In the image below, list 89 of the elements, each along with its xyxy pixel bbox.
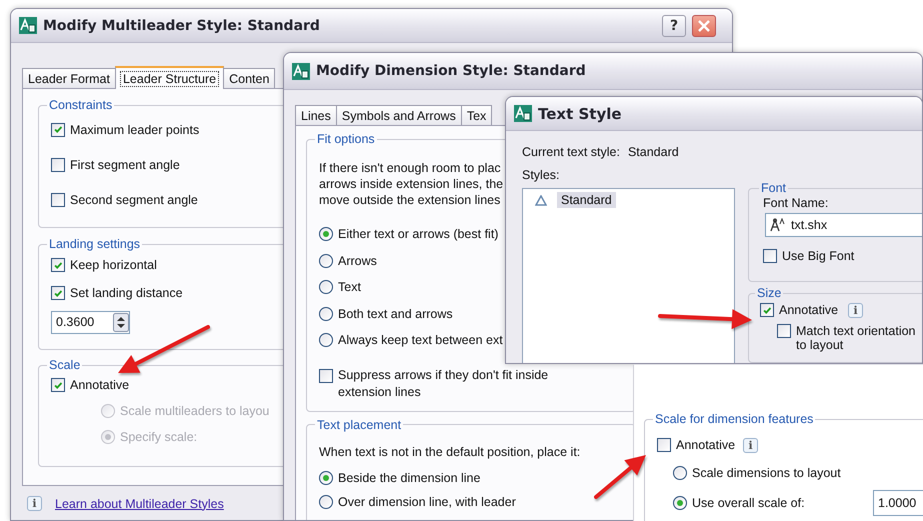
group-title: Text placement (316, 418, 402, 432)
app-icon (19, 17, 37, 34)
info-icon: i (848, 302, 864, 318)
description-text: If there isn't enough room to plac (319, 160, 501, 176)
checkbox[interactable] (763, 249, 777, 263)
radio-label: Arrows (338, 254, 377, 268)
radio-button[interactable] (319, 254, 333, 268)
group-title: Fit options (316, 132, 376, 146)
checkbox-label: Set landing distance (70, 286, 183, 300)
radio-label: Scale dimensions to layout (692, 466, 841, 480)
tab[interactable]: Leader Format (22, 68, 116, 88)
radio-button[interactable] (673, 466, 687, 480)
checkbox[interactable] (51, 378, 65, 392)
description-text: arrows inside extension lines, the (319, 176, 504, 192)
radio-button[interactable] (319, 333, 333, 348)
group-title: Size (756, 286, 782, 300)
description-text: When text is not in the default position, place it: (319, 444, 580, 461)
tab[interactable]: Symbols and Arrows (336, 105, 462, 125)
group-title: Scale for dimension features (654, 412, 814, 426)
checkbox-label: Annotative (70, 378, 130, 392)
tab[interactable]: Leader Structure (114, 66, 224, 89)
checkmark-icon (52, 124, 64, 135)
checkbox[interactable] (319, 368, 333, 382)
radio-button[interactable] (319, 227, 333, 242)
radio-label: Use overall scale of: (692, 496, 805, 510)
checkbox[interactable] (51, 286, 65, 300)
distance-field[interactable]: 0.3600 (51, 310, 130, 334)
triangle-icon (535, 194, 547, 206)
checkbox[interactable] (777, 324, 791, 338)
radio-label: Always keep text between ext (338, 333, 503, 348)
spinner-arrows-icon (113, 312, 129, 332)
close-icon (698, 20, 710, 32)
group-title: Scale (48, 358, 82, 372)
app-icon (514, 105, 532, 122)
radio-label: Over dimension line, with leader (338, 494, 516, 508)
checkmark-icon (762, 304, 772, 316)
radio-label: Text (338, 280, 361, 294)
description-text: move outside the extension lines (319, 192, 500, 208)
radio-button[interactable] (319, 494, 333, 508)
group-title: Landing settings (48, 237, 142, 251)
app-icon (292, 62, 310, 80)
radio-label: Scale multileaders to layou (120, 404, 270, 418)
checkbox[interactable] (51, 258, 65, 272)
radio-label: Both text and arrows (338, 306, 453, 321)
checkbox-label: Use Big Font (782, 249, 854, 263)
font-name-label: Font Name: (763, 196, 830, 210)
checkbox-label: Maximum leader points (70, 122, 200, 136)
close-button[interactable] (692, 14, 716, 36)
checkbox[interactable] (51, 192, 65, 206)
checkbox-label: Second segment angle (70, 192, 198, 206)
checkbox-label: Keep horizontal (70, 258, 157, 272)
tab[interactable]: Tex (460, 105, 492, 125)
checkbox-label: Annotative (676, 438, 736, 452)
group-title: Constraints (48, 98, 114, 112)
radio-button[interactable] (319, 306, 333, 321)
radio-button[interactable] (319, 280, 333, 294)
checkbox-label: First segment angle (70, 158, 180, 172)
font-name-field[interactable]: txt.shx (765, 213, 922, 237)
checkbox-label: Match text orientation to layout (796, 324, 917, 352)
window-title: Text Style (538, 104, 622, 122)
current-style-value: Standard (628, 145, 679, 159)
current-style-label: Current text style: (522, 145, 620, 159)
tab[interactable]: Conten (223, 68, 276, 88)
checkbox-label: Suppress arrows if they don't fit inside extension lines (338, 366, 550, 400)
window-title: Modify Multileader Style: Standard (43, 18, 320, 34)
radio-label: Beside the dimension line (338, 470, 480, 484)
scale-field[interactable]: 1.0000 (873, 490, 923, 516)
radio-label: Specify scale: (120, 430, 198, 444)
tab[interactable]: Lines (295, 105, 337, 125)
info-icon: i (27, 496, 42, 511)
radio-button[interactable] (319, 470, 333, 484)
group-title: Font (760, 181, 788, 195)
checkbox[interactable] (51, 122, 65, 136)
info-icon: i (743, 438, 758, 452)
styles-label: Styles: (522, 168, 561, 182)
checkmark-icon (52, 260, 64, 270)
radio-label: Either text or arrows (best fit) (338, 227, 498, 242)
help-link[interactable]: Learn about Multileader Styles (55, 496, 224, 510)
checkbox[interactable] (657, 438, 671, 452)
style-item[interactable]: Standard (535, 192, 734, 208)
checkbox[interactable] (51, 158, 65, 172)
font-icon (769, 218, 785, 232)
window-title: Modify Dimension Style: Standard (316, 63, 586, 79)
checkbox[interactable] (760, 303, 774, 317)
checkmark-icon (52, 288, 64, 298)
checkmark-icon (52, 380, 64, 390)
checkbox-label: Annotative (779, 303, 838, 317)
radio-button[interactable] (673, 496, 687, 510)
help-button[interactable]: ? (662, 14, 686, 36)
